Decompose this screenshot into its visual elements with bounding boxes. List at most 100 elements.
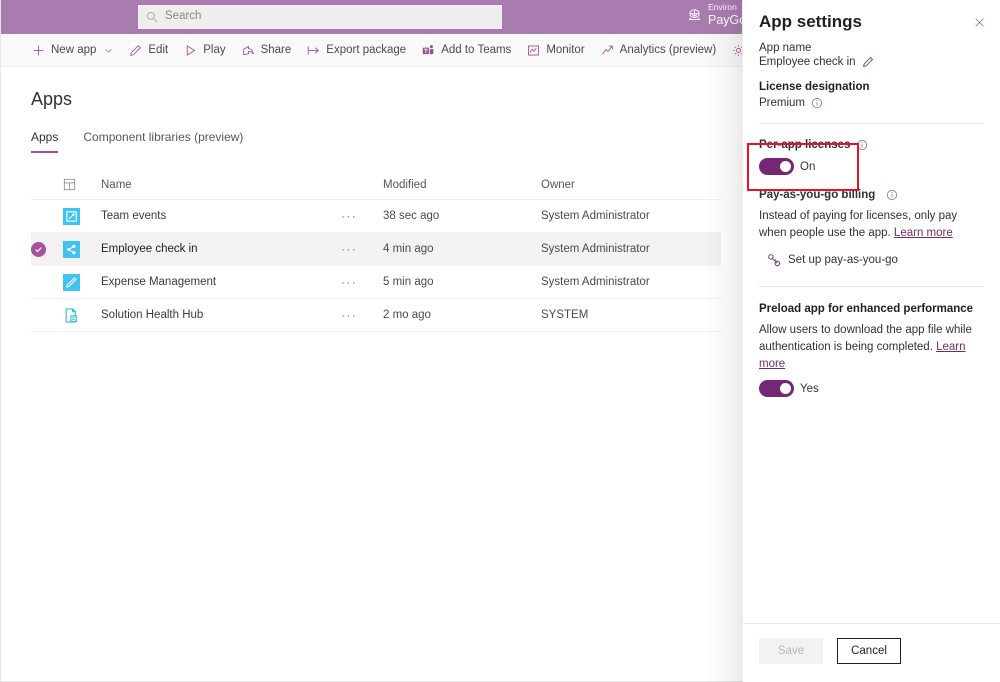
- tab-apps[interactable]: Apps: [31, 130, 58, 153]
- close-button[interactable]: [968, 11, 990, 33]
- per-app-licenses-heading-row: Per-app licenses: [759, 139, 984, 151]
- new-app-button[interactable]: New app: [28, 34, 121, 67]
- share-button[interactable]: Share: [234, 34, 300, 67]
- row-overflow-menu[interactable]: ···: [341, 209, 383, 223]
- per-app-licenses-toggle[interactable]: [759, 158, 794, 175]
- row-checkbox[interactable]: [31, 242, 63, 257]
- pencil-icon[interactable]: [862, 56, 874, 68]
- row-app-name[interactable]: Employee check in: [101, 243, 341, 255]
- row-owner: System Administrator: [541, 243, 721, 255]
- table-row[interactable]: Employee check in ··· 4 min ago System A…: [31, 233, 721, 266]
- per-app-licenses-toggle-row: On: [759, 158, 984, 175]
- table-row[interactable]: Solution Health Hub ··· 2 mo ago SYSTEM: [31, 299, 721, 332]
- analytics-icon: [601, 44, 614, 57]
- pay-as-you-go-description: Instead of paying for licenses, only pay…: [759, 208, 984, 241]
- add-to-teams-label: Add to Teams: [441, 44, 511, 56]
- key-settings-icon: [767, 253, 781, 267]
- info-icon[interactable]: [886, 189, 898, 201]
- row-modified: 38 sec ago: [383, 210, 541, 222]
- app-settings-panel: App settings App name Employee check in …: [742, 0, 1000, 682]
- export-package-button[interactable]: Export package: [299, 34, 414, 67]
- preload-description: Allow users to download the app file whi…: [759, 322, 984, 372]
- edit-label: Edit: [148, 44, 168, 56]
- grid-columns-icon: [63, 178, 76, 191]
- preload-toggle[interactable]: [759, 380, 794, 397]
- monitor-icon: [527, 44, 540, 57]
- row-owner: SYSTEM: [541, 309, 721, 321]
- pay-as-you-go-heading-row: Pay-as-you-go billing: [759, 189, 984, 201]
- environment-selector[interactable]: Environ PayGo: [687, 3, 746, 27]
- row-app-icon-cell: [63, 274, 101, 291]
- header-owner[interactable]: Owner: [541, 179, 721, 191]
- header-name[interactable]: Name: [101, 179, 341, 191]
- row-modified: 2 mo ago: [383, 309, 541, 321]
- apps-table: Name Modified Owner Team events ··· 38 s…: [31, 170, 721, 332]
- monitor-button[interactable]: Monitor: [519, 34, 592, 67]
- per-app-licenses-label: Per-app licenses: [759, 139, 850, 151]
- export-icon: [307, 44, 320, 57]
- close-icon: [974, 17, 985, 28]
- divider: [759, 286, 984, 287]
- row-overflow-menu[interactable]: ···: [341, 242, 383, 256]
- share-icon: [242, 44, 255, 57]
- power-apps-window: Search Environ PayGo New app: [0, 0, 1000, 682]
- panel-title: App settings: [759, 12, 984, 32]
- per-app-licenses-toggle-state: On: [800, 161, 815, 173]
- setup-pay-as-you-go-label: Set up pay-as-you-go: [788, 254, 898, 266]
- license-designation-value-row: Premium: [759, 97, 984, 109]
- panel-scrim: [703, 0, 743, 682]
- app-name-value-row: Employee check in: [759, 56, 984, 68]
- teams-icon: [422, 44, 435, 57]
- row-overflow-menu[interactable]: ···: [341, 275, 383, 289]
- row-app-name[interactable]: Team events: [101, 210, 341, 222]
- edit-button[interactable]: Edit: [121, 34, 176, 67]
- row-app-name[interactable]: Solution Health Hub: [101, 309, 341, 321]
- preload-toggle-row: Yes: [759, 380, 984, 397]
- analytics-label: Analytics (preview): [620, 44, 717, 56]
- add-to-teams-button[interactable]: Add to Teams: [414, 34, 519, 67]
- environment-icon: [687, 8, 702, 23]
- info-icon[interactable]: [856, 139, 868, 151]
- toggle-knob: [780, 383, 791, 394]
- cancel-button[interactable]: Cancel: [837, 638, 901, 664]
- environment-label: Environ: [708, 3, 746, 13]
- play-button[interactable]: Play: [176, 34, 233, 67]
- plus-icon: [32, 44, 45, 57]
- checkmark-icon: [34, 245, 43, 254]
- info-icon[interactable]: [811, 97, 823, 109]
- save-button[interactable]: Save: [759, 638, 823, 664]
- header-grid-icon-cell[interactable]: [63, 178, 101, 191]
- canvas-app-icon: [63, 241, 80, 258]
- environment-text: Environ PayGo: [708, 3, 746, 27]
- pay-as-you-go-heading: Pay-as-you-go billing: [759, 189, 875, 201]
- page-title: Apps: [31, 89, 72, 110]
- pay-as-you-go-learn-more-link[interactable]: Learn more: [894, 227, 953, 239]
- row-overflow-menu[interactable]: ···: [341, 308, 383, 322]
- analytics-button[interactable]: Analytics (preview): [593, 34, 725, 67]
- tab-component-libraries[interactable]: Component libraries (preview): [83, 130, 243, 153]
- environment-name: PayGo: [708, 13, 746, 27]
- panel-footer: Save Cancel: [743, 623, 1000, 682]
- row-app-name[interactable]: Expense Management: [101, 276, 341, 288]
- pencil-icon: [129, 44, 142, 57]
- row-selected-badge: [31, 242, 46, 257]
- export-package-label: Export package: [326, 44, 406, 56]
- new-app-label: New app: [51, 44, 96, 56]
- row-app-icon-cell: [63, 241, 101, 258]
- play-label: Play: [203, 44, 225, 56]
- row-app-icon-cell: [63, 208, 101, 225]
- share-label: Share: [261, 44, 292, 56]
- model-app-icon: [63, 307, 80, 324]
- search-placeholder: Search: [165, 11, 201, 23]
- header-modified[interactable]: Modified: [383, 179, 541, 191]
- row-app-icon-cell: [63, 307, 101, 324]
- row-owner: System Administrator: [541, 276, 721, 288]
- panel-body: App name Employee check in License desig…: [743, 42, 1000, 397]
- tab-list: Apps Component libraries (preview): [31, 130, 243, 153]
- table-row[interactable]: Expense Management ··· 5 min ago System …: [31, 266, 721, 299]
- canvas-app-icon: [63, 208, 80, 225]
- table-row[interactable]: Team events ··· 38 sec ago System Admini…: [31, 200, 721, 233]
- setup-pay-as-you-go-button[interactable]: Set up pay-as-you-go: [767, 253, 984, 267]
- row-owner: System Administrator: [541, 210, 721, 222]
- search-input[interactable]: Search: [138, 5, 502, 29]
